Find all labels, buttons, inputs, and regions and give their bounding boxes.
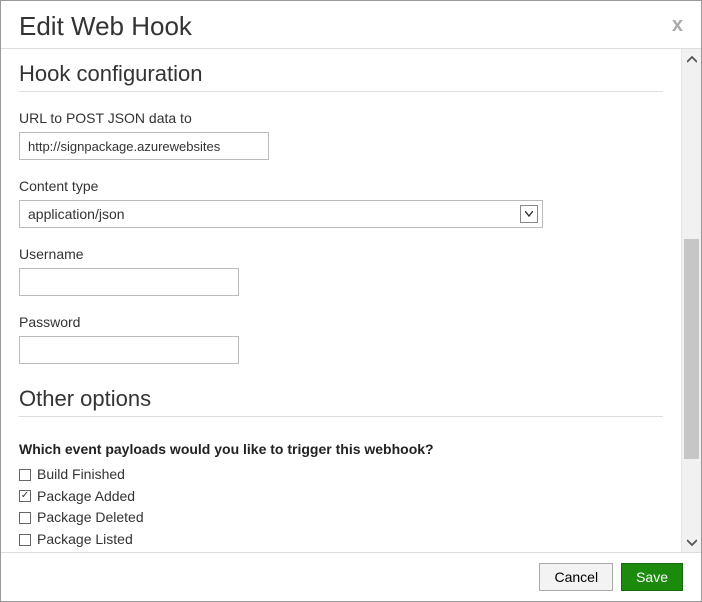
event-row-build-finished: Build Finished <box>19 465 663 485</box>
dialog-footer: Cancel Save <box>1 553 701 601</box>
save-button[interactable]: Save <box>621 563 683 591</box>
scroll-thumb[interactable] <box>684 239 699 459</box>
username-input[interactable] <box>19 268 239 296</box>
checkbox-package-listed[interactable] <box>19 534 31 546</box>
dialog-body-wrap: Hook configuration URL to POST JSON data… <box>1 48 701 553</box>
username-label: Username <box>19 246 663 262</box>
dialog-body: Hook configuration URL to POST JSON data… <box>1 49 681 552</box>
content-type-value: application/json <box>28 206 520 222</box>
close-icon[interactable]: x <box>672 11 683 35</box>
password-label: Password <box>19 314 663 330</box>
content-type-select[interactable]: application/json <box>19 200 543 228</box>
password-input[interactable] <box>19 336 239 364</box>
dialog-title: Edit Web Hook <box>19 11 192 42</box>
url-label: URL to POST JSON data to <box>19 110 663 126</box>
password-field: Password <box>19 314 663 364</box>
scroll-down-icon[interactable] <box>682 532 701 552</box>
event-label: Package Deleted <box>37 508 144 528</box>
event-label: Package Listed <box>37 530 133 550</box>
cancel-button[interactable]: Cancel <box>539 563 613 591</box>
event-row-package-added: Package Added <box>19 487 663 507</box>
event-row-package-listed: Package Listed <box>19 530 663 550</box>
section-hook-config-title: Hook configuration <box>19 61 663 92</box>
section-other-options-title: Other options <box>19 386 663 417</box>
checkbox-package-deleted[interactable] <box>19 512 31 524</box>
content-type-label: Content type <box>19 178 663 194</box>
url-field: URL to POST JSON data to <box>19 110 663 160</box>
content-type-field: Content type application/json <box>19 178 663 228</box>
username-field: Username <box>19 246 663 296</box>
events-question: Which event payloads would you like to t… <box>19 441 663 457</box>
scroll-up-icon[interactable] <box>682 49 701 69</box>
chevron-down-icon[interactable] <box>520 205 538 223</box>
edit-webhook-dialog: Edit Web Hook x Hook configuration URL t… <box>0 0 702 602</box>
checkbox-package-added[interactable] <box>19 490 31 502</box>
event-label: Build Finished <box>37 465 125 485</box>
scrollbar[interactable] <box>681 49 701 552</box>
checkbox-build-finished[interactable] <box>19 469 31 481</box>
url-input[interactable] <box>19 132 269 160</box>
dialog-header: Edit Web Hook x <box>1 1 701 48</box>
event-row-package-deleted: Package Deleted <box>19 508 663 528</box>
event-label: Package Added <box>37 487 135 507</box>
